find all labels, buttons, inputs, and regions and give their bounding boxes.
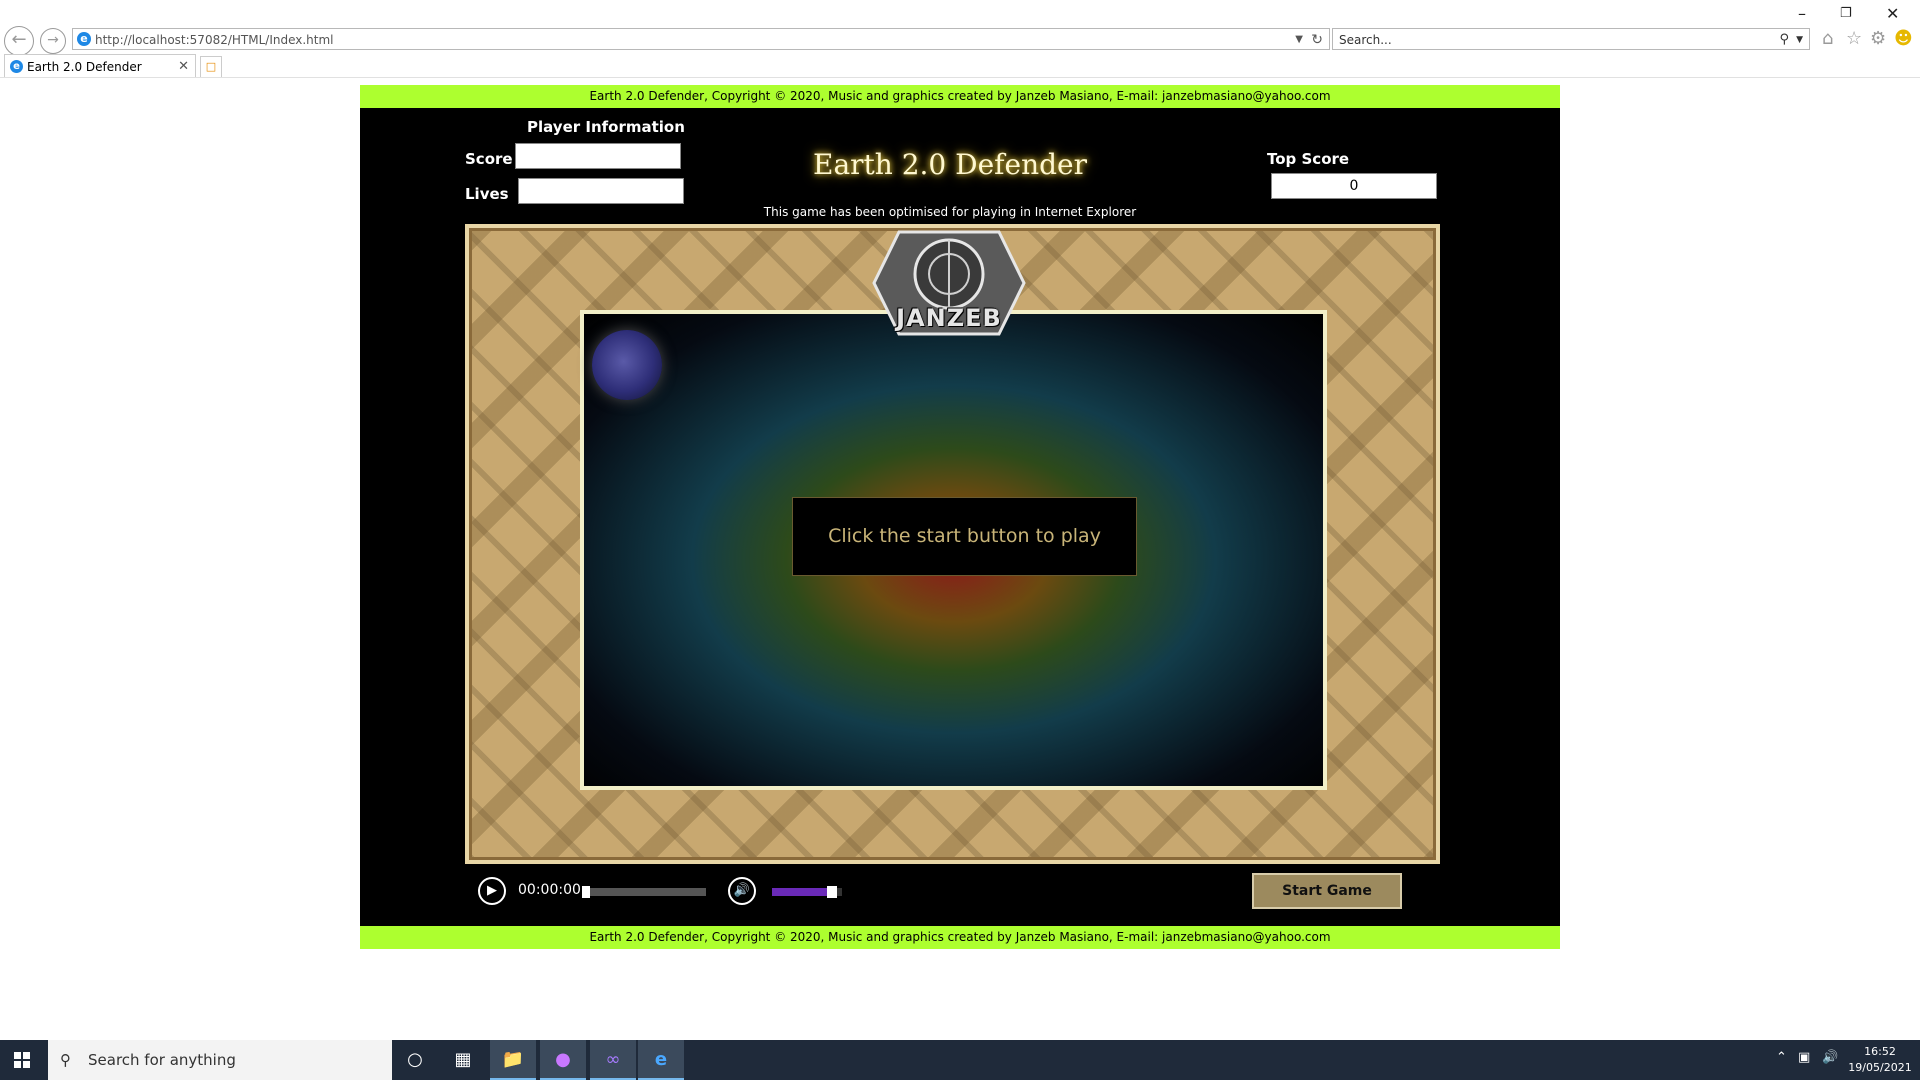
tray-chevron-icon[interactable]: ⌃ xyxy=(1776,1050,1787,1065)
taskbar-search-placeholder: Search for anything xyxy=(88,1051,236,1069)
game-container: Earth 2.0 Defender, Copyright © 2020, Mu… xyxy=(360,85,1560,949)
clock-time: 16:52 xyxy=(1864,1045,1896,1058)
feedback-smiley-icon[interactable]: ☻ xyxy=(1894,28,1913,49)
taskbar-search-icon: ⚲ xyxy=(60,1051,71,1069)
browser-search-placeholder: Search... xyxy=(1339,33,1392,47)
taskbar: ⚲ Search for anything ○ ▦ 📁 ● ∞ e ⌃ ▣ 🔊 … xyxy=(0,1040,1920,1080)
tab-earth-defender[interactable]: e Earth 2.0 Defender ✕ xyxy=(4,54,196,78)
player-info-title: Player Information xyxy=(527,118,685,136)
audio-player: ▶ 00:00:00 🔊 xyxy=(478,877,878,905)
play-canvas[interactable]: Click the start button to play xyxy=(580,310,1327,790)
seek-thumb[interactable] xyxy=(582,886,590,898)
internet-explorer-icon[interactable]: e xyxy=(638,1040,684,1080)
minimize-icon[interactable]: – xyxy=(1798,4,1806,23)
volume-button[interactable]: 🔊 xyxy=(728,877,756,905)
network-icon[interactable]: ▣ xyxy=(1798,1050,1810,1065)
volume-fill xyxy=(772,888,832,896)
search-icon[interactable]: ⚲ xyxy=(1779,29,1789,51)
back-button[interactable]: ← xyxy=(4,26,34,56)
visual-studio-icon[interactable]: ∞ xyxy=(590,1040,636,1080)
janzeb-logo: JANZEB xyxy=(864,228,1034,338)
paint-3d-icon[interactable]: ● xyxy=(540,1040,586,1080)
forward-button[interactable]: → xyxy=(40,28,66,54)
earth-planet xyxy=(592,330,662,400)
settings-gear-icon[interactable]: ⚙ xyxy=(1870,28,1886,49)
volume-slider[interactable] xyxy=(772,886,842,898)
logo-text: JANZEB xyxy=(896,304,1002,332)
footer-copyright: Earth 2.0 Defender, Copyright © 2020, Mu… xyxy=(360,926,1560,949)
volume-thumb[interactable] xyxy=(826,886,837,898)
toolbar-divider xyxy=(0,77,1920,78)
taskbar-search[interactable]: ⚲ Search for anything xyxy=(48,1040,392,1080)
address-bar[interactable]: e http://localhost:57082/HTML/Index.html… xyxy=(72,28,1330,50)
game-title: Earth 2.0 Defender xyxy=(813,148,1087,181)
audio-play-button[interactable]: ▶ xyxy=(478,877,506,905)
ie-page-icon: e xyxy=(77,32,91,46)
close-tab-icon[interactable]: ✕ xyxy=(178,55,189,79)
start-prompt: Click the start button to play xyxy=(792,497,1137,576)
tab-title: Earth 2.0 Defender xyxy=(27,60,142,74)
windows-start-icon[interactable] xyxy=(14,1052,30,1068)
browser-toolbar: ← → e http://localhost:57082/HTML/Index.… xyxy=(0,0,1920,78)
favorites-star-icon[interactable]: ☆ xyxy=(1846,28,1862,49)
cortana-icon[interactable]: ○ xyxy=(392,1040,438,1080)
score-field xyxy=(515,143,681,169)
address-url: http://localhost:57082/HTML/Index.html xyxy=(95,33,334,47)
optimised-note: This game has been optimised for playing… xyxy=(763,205,1137,219)
new-tab-button[interactable]: □ xyxy=(200,56,222,78)
lives-label: Lives xyxy=(465,185,509,203)
speaker-icon[interactable]: 🔊 xyxy=(1822,1050,1838,1065)
tab-ie-icon: e xyxy=(10,60,23,73)
lives-field xyxy=(518,178,684,204)
header-copyright: Earth 2.0 Defender, Copyright © 2020, Mu… xyxy=(360,85,1560,108)
task-view-icon[interactable]: ▦ xyxy=(440,1040,486,1080)
audio-time: 00:00:00 xyxy=(518,882,581,898)
top-score-label: Top Score xyxy=(1267,150,1350,168)
restore-icon[interactable]: ❐ xyxy=(1840,6,1852,21)
game-frame: Click the start button to play JANZEB xyxy=(465,224,1440,864)
start-game-button[interactable]: Start Game xyxy=(1252,873,1402,909)
refresh-icon[interactable]: ↻ xyxy=(1311,29,1323,51)
home-icon[interactable]: ⌂ xyxy=(1822,28,1833,49)
file-explorer-icon[interactable]: 📁 xyxy=(490,1040,536,1080)
browser-search-box[interactable]: Search... ⚲ ▼ xyxy=(1332,28,1810,50)
clock-date: 19/05/2021 xyxy=(1848,1061,1912,1074)
taskbar-clock[interactable]: 16:52 19/05/2021 xyxy=(1845,1044,1915,1076)
search-dropdown-icon[interactable]: ▼ xyxy=(1796,29,1803,51)
score-label: Score xyxy=(465,150,513,168)
top-score-field: 0 xyxy=(1271,173,1437,199)
close-window-icon[interactable]: ✕ xyxy=(1886,4,1899,23)
address-dropdown-icon[interactable]: ▼ xyxy=(1295,29,1303,51)
audio-seek-bar[interactable] xyxy=(582,886,706,898)
